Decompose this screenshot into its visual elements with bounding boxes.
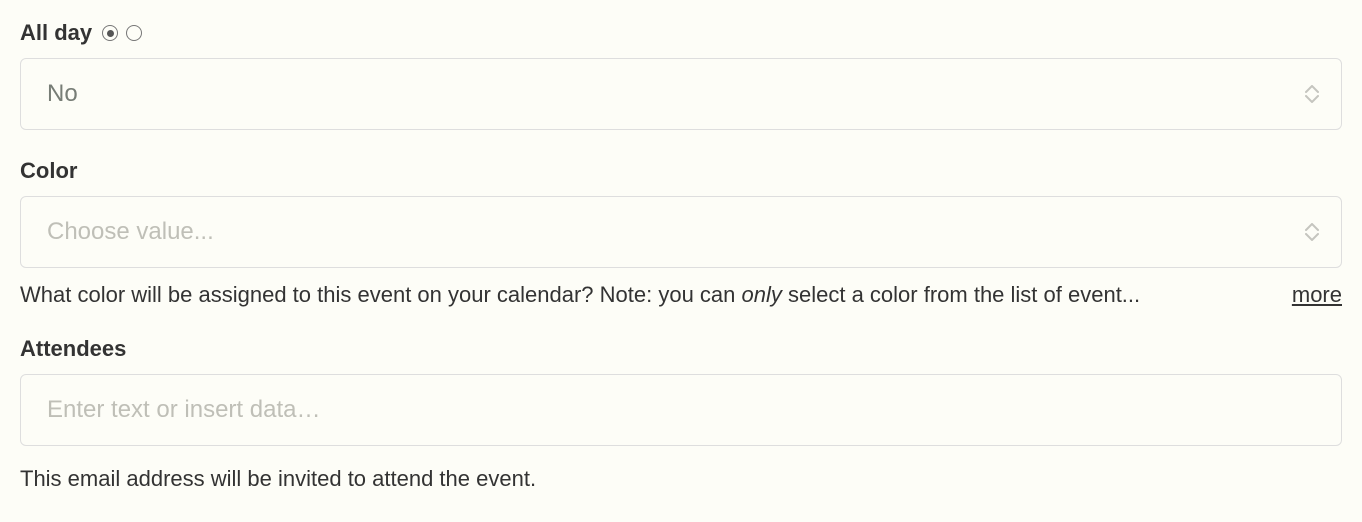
color-field: Color Choose value... What color will be… xyxy=(20,158,1342,308)
attendees-input[interactable] xyxy=(20,374,1342,446)
all-day-radio-group xyxy=(102,25,142,41)
color-helper-text: What color will be assigned to this even… xyxy=(20,282,1252,308)
attendees-field: Attendees This email address will be inv… xyxy=(20,336,1342,492)
all-day-radio-unselected[interactable] xyxy=(126,25,142,41)
all-day-select[interactable]: No xyxy=(20,58,1342,130)
all-day-field: All day No xyxy=(20,20,1342,130)
attendees-label-row: Attendees xyxy=(20,336,1342,362)
all-day-label-row: All day xyxy=(20,20,1342,46)
color-label: Color xyxy=(20,158,77,184)
all-day-select-value: No xyxy=(47,80,78,108)
all-day-radio-selected[interactable] xyxy=(102,25,118,41)
attendees-helper-text: This email address will be invited to at… xyxy=(20,466,1342,492)
chevron-updown-icon xyxy=(1305,223,1319,241)
color-label-row: Color xyxy=(20,158,1342,184)
attendees-label: Attendees xyxy=(20,336,126,362)
all-day-label: All day xyxy=(20,20,92,46)
color-select[interactable]: Choose value... xyxy=(20,196,1342,268)
chevron-updown-icon xyxy=(1305,85,1319,103)
color-more-link[interactable]: more xyxy=(1292,282,1342,308)
color-helper-row: What color will be assigned to this even… xyxy=(20,282,1342,308)
color-select-placeholder: Choose value... xyxy=(47,218,214,246)
